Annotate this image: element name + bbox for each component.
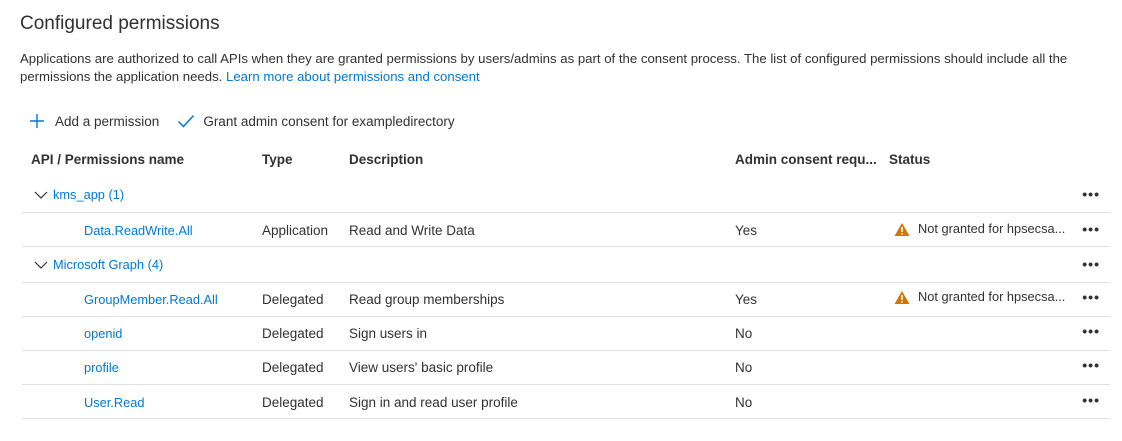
permission-type: Delegated	[262, 292, 324, 307]
plus-icon	[28, 112, 46, 130]
permission-type: Delegated	[262, 360, 324, 375]
permission-name-link[interactable]: Data.ReadWrite.All	[84, 223, 193, 238]
permission-name-link[interactable]: openid	[84, 326, 122, 341]
header-admin-consent[interactable]: Admin consent requ...	[735, 152, 877, 167]
group-row-kms-app[interactable]: kms_app (1) •••	[22, 178, 1110, 213]
admin-consent-value: No	[735, 360, 753, 375]
toolbar: Add a permission Grant admin consent for…	[28, 110, 455, 132]
permission-row: openid Delegated Sign users in No •••	[22, 316, 1110, 351]
description-text: Applications are authorized to call APIs…	[20, 51, 1068, 84]
status-cell: Not granted for hpsecsa...	[894, 289, 1065, 305]
more-options-icon[interactable]: •••	[1082, 186, 1100, 202]
admin-consent-value: Yes	[735, 223, 758, 238]
learn-more-link[interactable]: Learn more about permissions and consent	[226, 69, 480, 84]
more-options-icon[interactable]: •••	[1082, 323, 1100, 339]
group-toggle[interactable]: kms_app (1)	[34, 187, 124, 202]
checkmark-icon	[177, 112, 195, 130]
grant-admin-consent-button[interactable]: Grant admin consent for exampledirectory	[177, 112, 455, 130]
permission-row: User.Read Delegated Sign in and read use…	[22, 384, 1110, 419]
group-toggle[interactable]: Microsoft Graph (4)	[34, 257, 163, 272]
chevron-down-icon	[34, 262, 48, 270]
configured-permissions-section: Configured permissions Applications are …	[0, 0, 1122, 441]
header-status[interactable]: Status	[889, 152, 930, 167]
table-header: API / Permissions name Type Description …	[0, 150, 1122, 170]
header-name[interactable]: API / Permissions name	[31, 152, 184, 167]
group-row-microsoft-graph[interactable]: Microsoft Graph (4) •••	[22, 246, 1110, 283]
section-description: Applications are authorized to call APIs…	[20, 50, 1110, 86]
add-permission-label: Add a permission	[55, 113, 160, 129]
header-type[interactable]: Type	[262, 152, 293, 167]
warning-icon	[894, 290, 910, 304]
group-label[interactable]: kms_app (1)	[53, 187, 124, 202]
permission-type: Application	[262, 223, 329, 238]
permission-description: Sign users in	[349, 326, 428, 341]
permission-description: Read group memberships	[349, 292, 505, 307]
permission-type: Delegated	[262, 326, 324, 341]
chevron-down-icon	[34, 192, 48, 200]
admin-consent-value: Yes	[735, 292, 758, 307]
status-text: Not granted for hpsecsa...	[918, 221, 1066, 236]
more-options-icon[interactable]: •••	[1082, 392, 1100, 408]
permission-description: Read and Write Data	[349, 223, 475, 238]
permission-description: Sign in and read user profile	[349, 395, 518, 410]
permission-name-link[interactable]: profile	[84, 360, 119, 375]
more-options-icon[interactable]: •••	[1082, 289, 1100, 305]
permission-description: View users' basic profile	[349, 360, 494, 375]
admin-consent-value: No	[735, 395, 753, 410]
status-cell: Not granted for hpsecsa...	[894, 221, 1065, 237]
permission-row: profile Delegated View users' basic prof…	[22, 350, 1110, 385]
more-options-icon[interactable]: •••	[1082, 221, 1100, 237]
permission-type: Delegated	[262, 395, 324, 410]
admin-consent-value: No	[735, 326, 753, 341]
permission-row: GroupMember.Read.All Delegated Read grou…	[22, 282, 1110, 317]
permission-name-link[interactable]: GroupMember.Read.All	[84, 292, 218, 307]
more-options-icon[interactable]: •••	[1082, 357, 1100, 373]
group-label[interactable]: Microsoft Graph (4)	[53, 257, 163, 272]
section-title: Configured permissions	[20, 13, 220, 34]
permission-row: Data.ReadWrite.All Application Read and …	[22, 212, 1110, 247]
permission-name-link[interactable]: User.Read	[84, 395, 144, 410]
more-options-icon[interactable]: •••	[1082, 256, 1100, 272]
header-description[interactable]: Description	[349, 152, 423, 167]
warning-icon	[894, 222, 910, 236]
status-text: Not granted for hpsecsa...	[918, 289, 1066, 304]
grant-admin-consent-label: Grant admin consent for exampledirectory	[203, 113, 455, 129]
add-permission-button[interactable]: Add a permission	[28, 112, 159, 130]
